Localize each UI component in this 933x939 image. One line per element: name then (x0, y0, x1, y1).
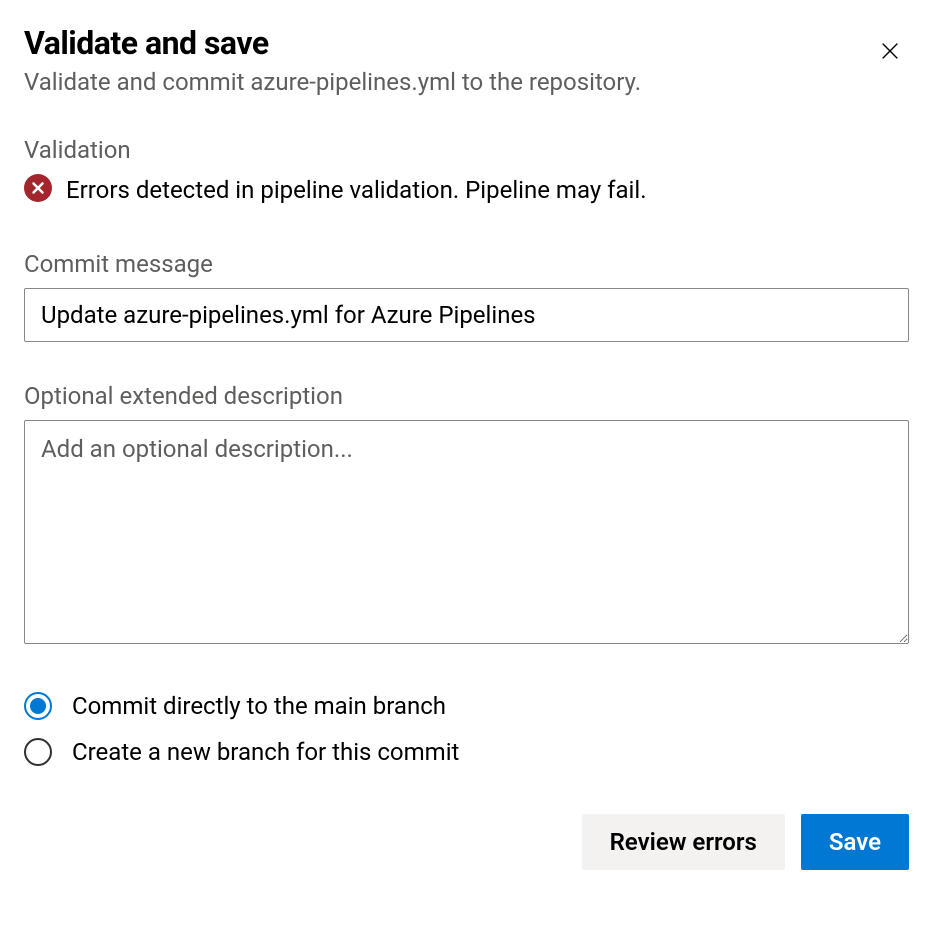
validation-message: Errors detected in pipeline validation. … (66, 176, 647, 204)
radio-create-new-branch[interactable]: Create a new branch for this commit (24, 738, 909, 766)
error-icon (24, 174, 52, 206)
close-icon (879, 50, 901, 65)
validation-row: Errors detected in pipeline validation. … (24, 174, 909, 206)
radio-label-commit-direct: Commit directly to the main branch (72, 692, 446, 720)
description-label: Optional extended description (24, 382, 909, 410)
save-button[interactable]: Save (801, 814, 909, 870)
commit-message-input[interactable] (24, 288, 909, 342)
radio-commit-direct[interactable]: Commit directly to the main branch (24, 692, 909, 720)
dialog-title: Validate and save (24, 24, 871, 62)
dialog-header: Validate and save Validate and commit az… (24, 24, 909, 96)
validation-section: Validation Errors detected in pipeline v… (24, 136, 909, 206)
commit-message-section: Commit message (24, 250, 909, 342)
description-section: Optional extended description (24, 382, 909, 648)
description-textarea[interactable] (24, 420, 909, 644)
validation-label: Validation (24, 136, 909, 164)
radio-inner-dot (30, 698, 46, 714)
branch-radio-group: Commit directly to the main branch Creat… (24, 692, 909, 766)
dialog-footer-buttons: Review errors Save (24, 814, 909, 870)
commit-message-label: Commit message (24, 250, 909, 278)
radio-circle-unselected (24, 738, 52, 766)
header-text-block: Validate and save Validate and commit az… (24, 24, 871, 96)
review-errors-button[interactable]: Review errors (582, 814, 785, 870)
close-button[interactable] (871, 32, 909, 73)
radio-label-create-new: Create a new branch for this commit (72, 738, 459, 766)
radio-circle-selected (24, 692, 52, 720)
dialog-subtitle: Validate and commit azure-pipelines.yml … (24, 68, 871, 96)
